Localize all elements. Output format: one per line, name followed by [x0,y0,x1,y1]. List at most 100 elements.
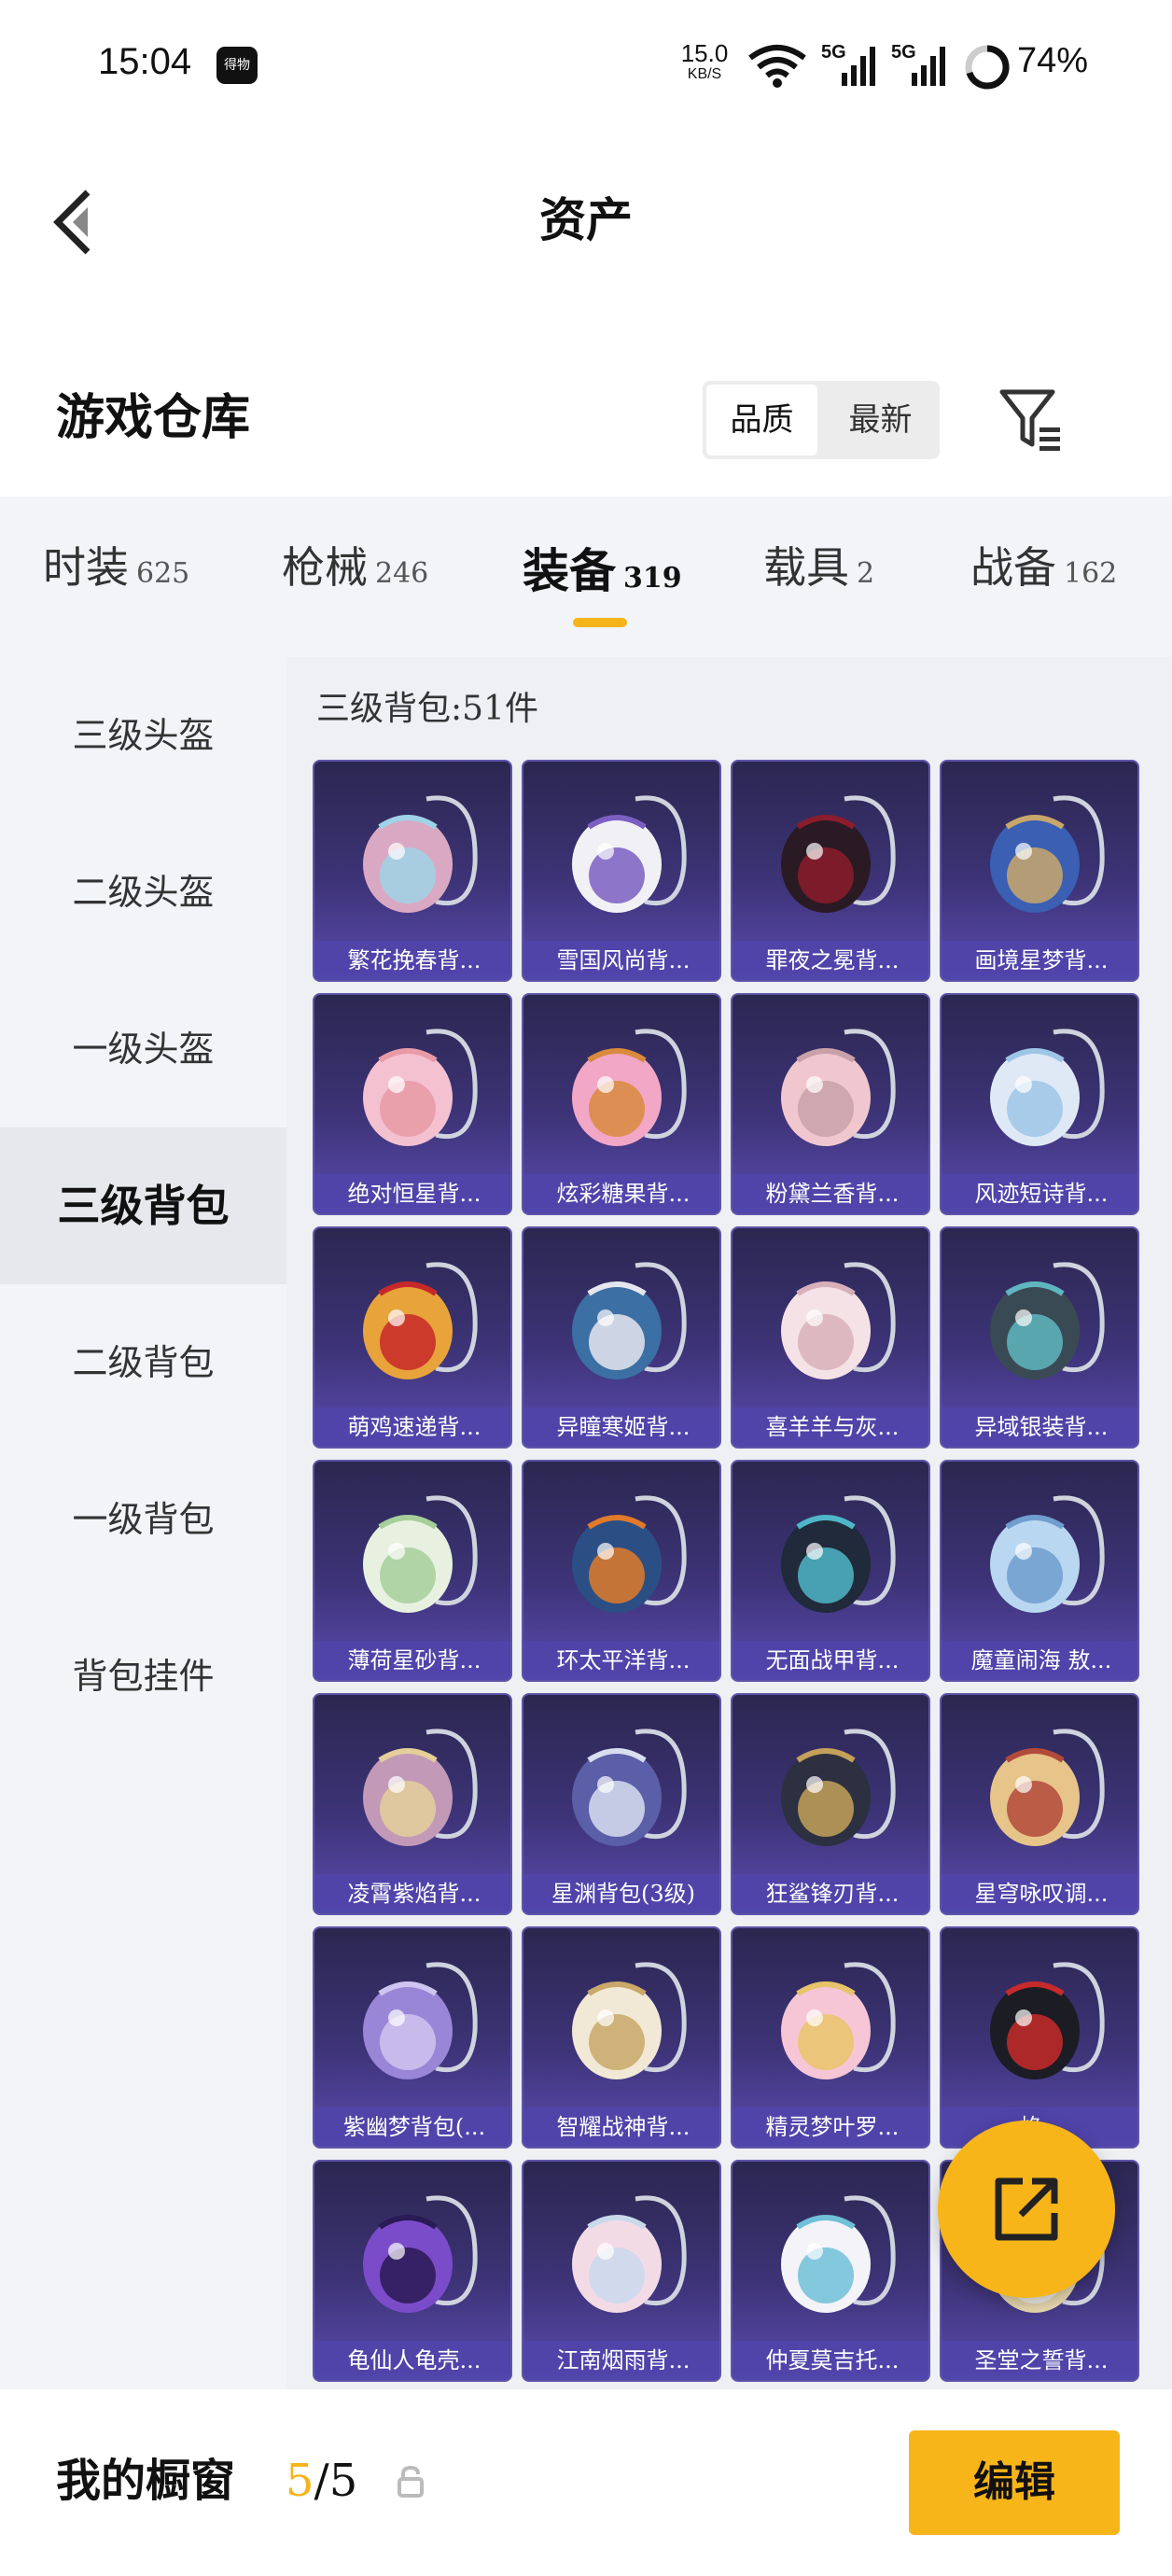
item-name: 魔童闹海 敖... [942,1641,1137,1680]
backpack-gift-box-icon [990,1029,1105,1146]
item-name: 雪国风尚背... [523,941,719,980]
sidebar-item-backpack-lv1[interactable]: 一级背包 [0,1441,286,1598]
backpack-purple-flower-icon [363,1962,478,2079]
backpack-donut-icon [572,1029,687,1146]
item-card[interactable]: 繁花挽春背... [313,760,512,982]
item-card[interactable]: 狂鲨锋刃背... [731,1693,930,1915]
backpack-rose-icon [572,2195,687,2313]
backpack-red-icon [990,1962,1105,2079]
backpack-frame-icon [990,795,1105,913]
item-card[interactable]: 风迹短诗背... [940,993,1139,1215]
sidebar-item-backpack-lv2[interactable]: 二级背包 [0,1284,286,1441]
item-card[interactable]: 薄荷星砂背... [313,1460,512,1682]
sidebar: 三级头盔 二级头盔 一级头盔 三级背包 二级背包 一级背包 背包挂件 [0,657,286,2389]
item-card[interactable]: 魔童闹海 敖... [940,1460,1139,1682]
signal-1-label: 5G [821,42,846,63]
item-name: 无面战甲背... [732,1641,928,1680]
item-name: 喜羊羊与灰... [732,1407,928,1447]
tab-fashion[interactable]: 时装 625 [43,534,189,609]
backpack-white-icon [781,2195,896,2313]
tab-combat-supplies[interactable]: 战备 162 [970,534,1117,609]
cellular-signal-2: 5G [891,41,951,93]
showcase-count: 5/5 [286,2443,357,2518]
active-tab-indicator [573,618,627,627]
tab-equipment[interactable]: 装备 319 [523,534,682,609]
item-card[interactable]: 环太平洋背... [522,1460,721,1682]
backpack-armor-icon [781,1495,896,1613]
backpack-floral-icon [363,795,478,913]
backpack-heart-icon [781,1962,896,2079]
item-name: 风迹短诗背... [942,1174,1137,1213]
backpack-shark-icon [781,1729,896,1846]
sidebar-item-helmet-lv1[interactable]: 一级头盔 [0,971,286,1127]
sort-toggle: 品质 最新 [703,381,940,459]
backpack-star-abyss-icon [572,1729,687,1846]
bottom-bar: 我的橱窗 5/5 编辑 [0,2389,1172,2576]
item-name: 圣堂之誓背... [942,2341,1137,2380]
filter-button[interactable] [997,383,1071,457]
sidebar-item-backpack-lv3[interactable]: 三级背包 [0,1127,286,1284]
item-name: 绝对恒星背... [314,1174,510,1213]
item-name: 精灵梦叶罗... [732,2107,928,2147]
backpack-wings-icon [572,1962,687,2079]
tab-label: 装备 [523,543,616,598]
edit-button[interactable]: 编辑 [909,2430,1120,2535]
item-name: 紫幽梦背包(... [314,2107,510,2147]
backpack-lotus-icon [363,1729,478,1846]
item-name: 狂鲨锋刃背... [732,1874,928,1913]
tab-count: 2 [857,557,875,590]
item-name: 异瞳寒姬背... [523,1407,719,1447]
item-card[interactable]: 异域银装背... [940,1226,1139,1449]
item-name: 环太平洋背... [523,1641,719,1680]
network-speed-unit: KB/S [687,66,722,82]
item-card[interactable]: 画境星梦背... [940,760,1139,982]
item-card[interactable]: 炫彩糖果背... [522,993,721,1215]
item-card[interactable]: 凌霄紫焰背... [313,1693,512,1915]
item-card[interactable]: 罪夜之冕背... [731,760,930,982]
item-card[interactable]: 粉黛兰香背... [731,993,930,1215]
category-tabs: 时装 625 枪械 246 装备 319 载具 2 战备 162 [0,497,1172,657]
item-card[interactable]: 异瞳寒姬背... [522,1226,721,1449]
item-name: 繁花挽春背... [314,941,510,980]
backpack-chick-icon [363,1262,478,1379]
warehouse-title: 游戏仓库 [56,389,251,446]
tab-firearms[interactable]: 枪械 246 [282,534,428,609]
share-button[interactable] [938,2121,1115,2298]
network-speed: 15.0 KB/S [674,41,735,82]
backpack-sheep-icon [781,1262,896,1379]
item-name: 粉黛兰香背... [732,1174,928,1213]
sort-quality-option[interactable]: 品质 [706,385,817,455]
sort-newest-option[interactable]: 最新 [825,385,936,455]
item-card[interactable]: 精灵梦叶罗... [731,1926,930,2149]
back-button[interactable] [47,183,103,261]
item-card[interactable]: 绝对恒星背... [313,993,512,1215]
item-card[interactable]: 喜羊羊与灰... [731,1226,930,1449]
tab-vehicles[interactable]: 载具 2 [763,534,874,609]
backpack-rabbit-icon [572,1262,687,1379]
backpack-mech-icon [572,1495,687,1613]
app-notification-icon: 得物 [216,47,258,84]
sidebar-item-helmet-lv3[interactable]: 三级头盔 [0,657,286,814]
tab-label: 战备 [970,542,1056,593]
item-card[interactable]: 紫幽梦背包(... [313,1926,512,2149]
item-card[interactable]: 仲夏莫吉托... [731,2160,930,2382]
item-name: 画境星梦背... [942,941,1137,980]
item-name: 罪夜之冕背... [732,941,928,980]
item-name: 炫彩糖果背... [523,1174,719,1213]
item-count-heading: 三级背包:51件 [316,690,538,728]
item-card[interactable]: 江南烟雨背... [522,2160,721,2382]
item-card[interactable]: 智耀战神背... [522,1926,721,2149]
backpack-penguin-icon [572,795,687,913]
backpack-popcorn-icon [363,1029,478,1146]
item-card[interactable]: 星穹咏叹调... [940,1693,1139,1915]
item-card[interactable]: 星渊背包(3级) [522,1693,721,1915]
item-name: 仲夏莫吉托... [732,2341,928,2380]
item-card[interactable]: 焰... [940,1926,1139,2149]
item-card[interactable]: 萌鸡速递背... [313,1226,512,1449]
item-card[interactable]: 龟仙人龟壳... [313,2160,512,2382]
tab-count: 319 [623,562,682,595]
item-card[interactable]: 无面战甲背... [731,1460,930,1682]
sidebar-item-helmet-lv2[interactable]: 二级头盔 [0,814,286,971]
sidebar-item-backpack-charm[interactable]: 背包挂件 [0,1598,286,1755]
item-card[interactable]: 雪国风尚背... [522,760,721,982]
